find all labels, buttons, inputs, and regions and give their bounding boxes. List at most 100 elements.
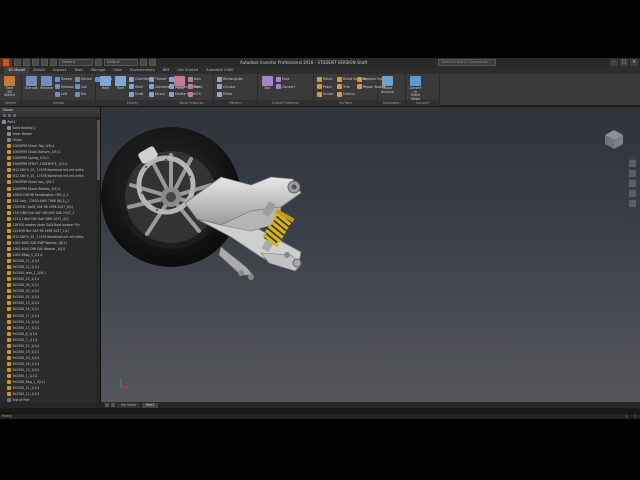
project-select[interactable]: Generic <box>59 59 93 66</box>
viewcube-icon[interactable] <box>602 127 626 151</box>
tab-list-icon[interactable] <box>111 403 115 407</box>
ribbon-tab[interactable]: Tools <box>70 67 87 74</box>
ribbon-small-button[interactable]: Extend <box>337 91 355 97</box>
ribbon-tab[interactable]: Manage <box>87 67 109 74</box>
ribbon-tab[interactable]: 3D Model <box>4 67 29 74</box>
ribbon-large-button[interactable]: Plane <box>173 76 186 98</box>
ribbon-small-button[interactable]: Loft <box>55 91 67 97</box>
ribbon-small-button[interactable]: Sculpt <box>317 91 333 97</box>
tree-node-label: 2000RPM Spring_1(9):1 <box>12 156 49 161</box>
ribbon-tab[interactable]: Inspect <box>49 67 70 74</box>
ribbon-small-button[interactable]: Point <box>188 84 202 90</box>
menu-icon[interactable] <box>13 114 16 117</box>
ribbon-small-button[interactable]: Coil <box>75 84 87 90</box>
ribbon-large-button[interactable]: Fillet <box>114 76 127 98</box>
ribbon-large-button[interactable]: Start 2D Sketch <box>3 76 16 98</box>
update-icon[interactable] <box>140 59 147 66</box>
swingarm-model[interactable] <box>101 107 640 402</box>
ribbon-large-button[interactable]: Hole <box>99 76 112 98</box>
ribbon-panel-title[interactable]: Simulation <box>378 100 405 106</box>
save-icon[interactable] <box>32 59 39 66</box>
orbit-icon[interactable] <box>629 190 636 197</box>
look-at-icon[interactable] <box>629 200 636 207</box>
close-button[interactable]: × <box>630 59 638 66</box>
ribbon-small-button[interactable]: Draft <box>129 91 143 97</box>
graphics-window[interactable] <box>101 107 640 402</box>
ribbon: Start 2D Sketch Sketch Extrude Revolve Sweep… <box>0 74 640 106</box>
ribbon-tab[interactable]: BIM <box>159 67 174 74</box>
ribbon-small-button[interactable]: Face <box>276 76 289 82</box>
ribbon-large-button[interactable]: Shape Analysis <box>381 76 394 98</box>
ribbon-panel-title[interactable]: Create <box>22 100 95 106</box>
ribbon-small-button[interactable]: Axis <box>188 76 201 82</box>
ribbon-button-label: Axis <box>194 77 201 81</box>
ribbon-small-button[interactable]: Rib <box>75 91 86 97</box>
ribbon-button-label: Circular <box>223 84 236 89</box>
search-icon[interactable] <box>8 114 11 117</box>
zoom-icon[interactable] <box>629 180 636 187</box>
ribbon-small-button[interactable]: Convert <box>276 84 295 90</box>
fx-icon[interactable] <box>149 59 156 66</box>
tab-my-home[interactable]: My Home <box>117 402 141 408</box>
appearance-select[interactable]: Default <box>104 59 138 66</box>
ribbon-large-button[interactable]: Extrude <box>25 76 38 98</box>
ribbon-small-button[interactable]: UCS <box>188 91 201 97</box>
ribbon-tab[interactable]: Autodesk A360 <box>202 67 237 74</box>
tree-node-label: 5k2500_05_1(1)1 <box>12 289 40 294</box>
folder-icon <box>7 126 11 131</box>
ribbon-large-button[interactable]: Revolve <box>40 76 53 98</box>
help-search-input[interactable]: Search Help & Commands... <box>438 59 496 66</box>
filter-icon[interactable] <box>3 114 6 117</box>
tool-icon <box>382 76 393 86</box>
maximize-button[interactable]: □ <box>620 59 628 66</box>
ribbon-small-button[interactable]: Thread <box>149 76 167 82</box>
redo-icon[interactable] <box>50 59 57 66</box>
tool-icon <box>188 91 193 97</box>
ribbon-panel-title[interactable]: Convert <box>406 100 439 106</box>
minimize-button[interactable]: – <box>610 59 618 66</box>
tool-icon <box>217 76 222 82</box>
ribbon-small-button[interactable]: Circular <box>217 84 236 90</box>
ribbon-small-button[interactable]: Patch <box>317 84 332 90</box>
ribbon-tab[interactable]: Sketch <box>29 67 49 74</box>
ribbon-panel-title[interactable]: Work Features <box>170 100 213 106</box>
ribbon-panel-title[interactable]: Sketch <box>0 100 21 106</box>
ribbon-small-button[interactable]: Stitch <box>317 76 333 82</box>
ribbon-small-button[interactable]: Rectangular <box>217 76 243 82</box>
scrollbar-thumb[interactable] <box>96 120 100 180</box>
ribbon-small-button[interactable]: Derive <box>75 76 92 82</box>
app-menu-button[interactable] <box>0 58 12 67</box>
material-icon[interactable] <box>95 59 102 66</box>
ribbon-panel-title[interactable]: Modify <box>96 100 169 106</box>
ribbon-panel-title[interactable]: Pattern <box>214 100 257 106</box>
ribbon-small-button[interactable]: Combine <box>149 84 170 90</box>
tool-icon <box>129 76 134 82</box>
ribbon-tab[interactable]: Get Started <box>173 67 202 74</box>
open-icon[interactable] <box>23 59 30 66</box>
document-tab-bar: My Home Part1 <box>101 402 640 408</box>
ribbon-large-button[interactable]: Box <box>261 76 274 98</box>
ribbon-button-label: Derive <box>81 77 92 81</box>
ribbon-small-button[interactable]: Sweep <box>55 76 72 82</box>
tree-node-label: 5k2500_19_1(1)1 <box>12 349 40 354</box>
part-icon <box>7 240 11 245</box>
navigation-bar <box>628 157 637 229</box>
steering-wheel-icon[interactable] <box>629 160 636 167</box>
pan-icon[interactable] <box>629 170 636 177</box>
ribbon-large-button[interactable]: Convert to Sheet Metal <box>409 76 422 101</box>
tab-part1[interactable]: Part1 <box>142 402 159 408</box>
ribbon-small-button[interactable]: Mirror <box>217 91 233 97</box>
ribbon-panel-title[interactable]: Create Freeform <box>258 100 313 106</box>
ribbon-small-button[interactable]: Direct <box>149 91 165 97</box>
ribbon-tab[interactable]: Environments <box>126 67 159 74</box>
ribbon-small-button[interactable]: Chamfer <box>129 76 149 82</box>
ribbon-tab[interactable]: View <box>109 67 126 74</box>
browser-scrollbar[interactable] <box>96 118 100 402</box>
ribbon-panel-title[interactable]: Surface <box>314 100 377 106</box>
ribbon-small-button[interactable]: Emboss <box>55 84 74 90</box>
new-icon[interactable] <box>14 59 21 66</box>
undo-icon[interactable] <box>41 59 48 66</box>
ribbon-small-button[interactable]: Shell <box>129 84 143 90</box>
ribbon-small-button[interactable]: Trim <box>337 84 350 90</box>
tab-menu-icon[interactable] <box>105 403 109 407</box>
